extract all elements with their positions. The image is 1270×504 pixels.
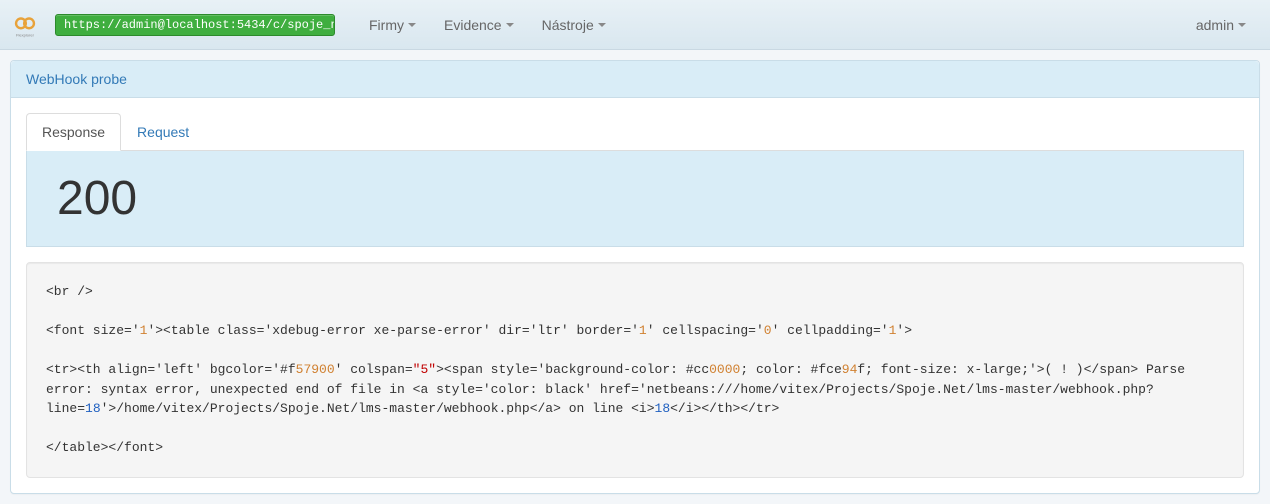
- caret-icon: [408, 23, 416, 27]
- menu-evidence[interactable]: Evidence: [430, 2, 528, 48]
- menu-label: Nástroje: [542, 17, 594, 33]
- url-badge[interactable]: https://admin@localhost:5434/c/spoje_net…: [55, 14, 335, 36]
- menu-firmy[interactable]: Firmy: [355, 2, 430, 48]
- tabs: Response Request: [26, 113, 1244, 151]
- tab-request-label: Request: [121, 113, 205, 151]
- response-body: <br /> <font size='1'><table class='xdeb…: [46, 282, 1224, 458]
- webhook-panel: WebHook probe Response Request 200 <br /…: [10, 60, 1260, 494]
- menu-label: Evidence: [444, 17, 502, 33]
- tab-request[interactable]: Request: [121, 113, 205, 151]
- user-menu-wrap: admin: [1182, 2, 1260, 48]
- response-body-well: <br /> <font size='1'><table class='xdeb…: [26, 262, 1244, 478]
- caret-icon: [506, 23, 514, 27]
- status-code: 200: [57, 171, 1213, 226]
- main-menu: Firmy Evidence Nástroje: [355, 2, 620, 48]
- top-navbar: Flexplorer https://admin@localhost:5434/…: [0, 0, 1270, 50]
- user-menu[interactable]: admin: [1182, 2, 1260, 48]
- app-logo[interactable]: Flexplorer: [10, 10, 40, 40]
- caret-icon: [1238, 23, 1246, 27]
- tab-response[interactable]: Response: [26, 113, 121, 151]
- panel-title: WebHook probe: [11, 61, 1259, 98]
- caret-icon: [598, 23, 606, 27]
- user-name: admin: [1196, 17, 1234, 33]
- svg-text:Flexplorer: Flexplorer: [16, 32, 35, 37]
- menu-nastroje[interactable]: Nástroje: [528, 2, 620, 48]
- menu-label: Firmy: [369, 17, 404, 33]
- status-jumbotron: 200: [26, 151, 1244, 247]
- tab-response-label: Response: [26, 113, 121, 151]
